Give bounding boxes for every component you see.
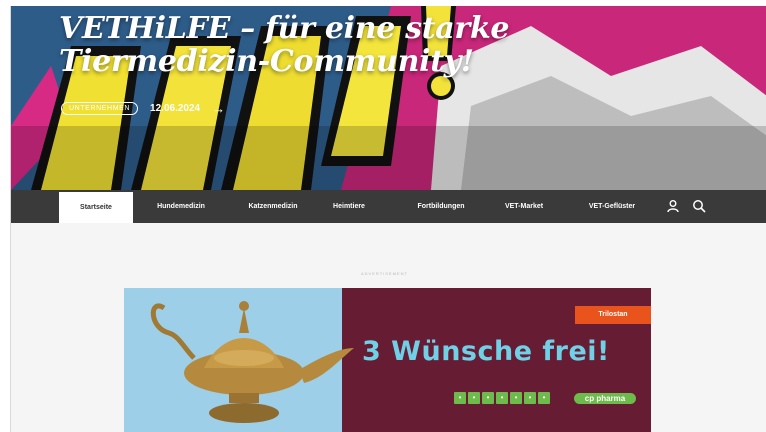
nav-item-startseite[interactable]: Startseite [59, 192, 133, 223]
main-content: Advertisement Trilostan 3 Wünsche frei! … [11, 223, 766, 432]
magic-lamp-icon [150, 301, 354, 423]
hero-banner[interactable]: VETHiLFE – für eine starke Tiermedizin-C… [11, 6, 766, 190]
arrow-right-icon[interactable]: → [212, 102, 225, 115]
category-badge[interactable]: Unternehmen [61, 102, 139, 115]
hero-title-line-2: Tiermedizin-Community! [59, 44, 474, 79]
advertisement-banner[interactable]: Trilostan 3 Wünsche frei! • • • • • • • … [124, 288, 651, 432]
animal-icon: • [538, 392, 550, 404]
hero-meta: Unternehmen 12.06.2024 → [61, 102, 225, 115]
animal-icon: • [510, 392, 522, 404]
animal-icon: • [454, 392, 466, 404]
animal-icon: • [468, 392, 480, 404]
animal-icon: • [482, 392, 494, 404]
browser-viewport: VETHiLFE – für eine starke Tiermedizin-C… [10, 6, 766, 432]
nav-item-fortbildungen[interactable]: Fortbildungen [403, 190, 479, 223]
nav-item-vet-market[interactable]: VET-Market [491, 190, 557, 223]
post-date: 12.06.2024 [150, 103, 201, 114]
nav-item-katzenmedizin[interactable]: Katzenmedizin [233, 190, 313, 223]
hero-title-line-1: VETHiLFE – für eine starke [59, 11, 510, 46]
main-navigation: Startseite Hundemedizin Katzenmedizin He… [11, 190, 766, 223]
cp-pharma-logo: cp pharma [574, 393, 636, 404]
user-icon[interactable] [666, 199, 680, 218]
nav-item-hundemedizin[interactable]: Hundemedizin [143, 190, 219, 223]
nav-item-vet-gefluester[interactable]: VET-Geflüster [577, 190, 647, 223]
hero-title[interactable]: VETHiLFE – für eine starke Tiermedizin-C… [59, 11, 510, 79]
animal-icon: • [524, 392, 536, 404]
ad-brand-badge: Trilostan [575, 306, 651, 324]
nav-item-heimtiere[interactable]: Heimtiere [319, 190, 379, 223]
animal-icon: • [496, 392, 508, 404]
ad-headline: 3 Wünsche frei! [362, 336, 610, 367]
ad-label: Advertisement [361, 271, 408, 276]
search-icon[interactable] [692, 199, 706, 218]
ad-animal-icons: • • • • • • • [454, 392, 550, 404]
